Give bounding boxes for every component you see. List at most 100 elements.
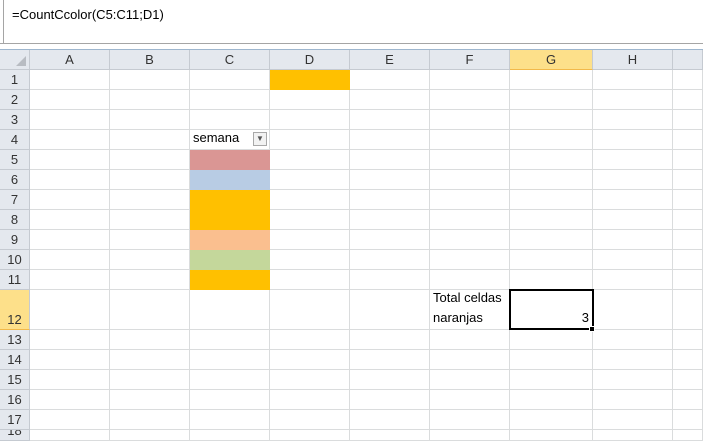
- cell-E9[interactable]: [350, 230, 430, 250]
- row-header-8[interactable]: 8: [0, 210, 30, 230]
- cell-B11[interactable]: [110, 270, 190, 290]
- cell-F9[interactable]: [430, 230, 510, 250]
- cell-G15[interactable]: [510, 370, 593, 390]
- cell-H14[interactable]: [593, 350, 673, 370]
- cell-F8[interactable]: [430, 210, 510, 230]
- cell-F3[interactable]: [430, 110, 510, 130]
- cell-H5[interactable]: [593, 150, 673, 170]
- cell-F5[interactable]: [430, 150, 510, 170]
- cell-next-14[interactable]: [673, 350, 703, 370]
- cell-G14[interactable]: [510, 350, 593, 370]
- cell-F18[interactable]: [430, 430, 510, 441]
- cell-next-4[interactable]: [673, 130, 703, 150]
- formula-bar[interactable]: =CountCcolor(C5:C11;D1): [0, 0, 703, 44]
- row-header-7[interactable]: 7: [0, 190, 30, 210]
- cell-B18[interactable]: [110, 430, 190, 441]
- cell-C12[interactable]: [190, 290, 270, 330]
- cell-F2[interactable]: [430, 90, 510, 110]
- cell-G1[interactable]: [510, 70, 593, 90]
- cell-H4[interactable]: [593, 130, 673, 150]
- cell-G3[interactable]: [510, 110, 593, 130]
- cell-C15[interactable]: [190, 370, 270, 390]
- cell-D10[interactable]: [270, 250, 350, 270]
- cell-H1[interactable]: [593, 70, 673, 90]
- cell-E18[interactable]: [350, 430, 430, 441]
- cell-F4[interactable]: [430, 130, 510, 150]
- cell-G8[interactable]: [510, 210, 593, 230]
- formula-text[interactable]: =CountCcolor(C5:C11;D1): [12, 7, 164, 22]
- cell-C17[interactable]: [190, 410, 270, 430]
- cell-A1[interactable]: [30, 70, 110, 90]
- row-header-6[interactable]: 6: [0, 170, 30, 190]
- cell-next-9[interactable]: [673, 230, 703, 250]
- cell-B16[interactable]: [110, 390, 190, 410]
- cell-E1[interactable]: [350, 70, 430, 90]
- cell-G9[interactable]: [510, 230, 593, 250]
- column-header-B[interactable]: B: [110, 50, 190, 70]
- cell-G17[interactable]: [510, 410, 593, 430]
- cell-next-16[interactable]: [673, 390, 703, 410]
- cell-C5[interactable]: [190, 150, 270, 170]
- cell-D5[interactable]: [270, 150, 350, 170]
- cell-D14[interactable]: [270, 350, 350, 370]
- cell-next-7[interactable]: [673, 190, 703, 210]
- cell-E5[interactable]: [350, 150, 430, 170]
- cell-A8[interactable]: [30, 210, 110, 230]
- cell-next-10[interactable]: [673, 250, 703, 270]
- cell-B9[interactable]: [110, 230, 190, 250]
- cell-C9[interactable]: [190, 230, 270, 250]
- cell-F1[interactable]: [430, 70, 510, 90]
- cell-E3[interactable]: [350, 110, 430, 130]
- column-header-A[interactable]: A: [30, 50, 110, 70]
- cell-H3[interactable]: [593, 110, 673, 130]
- cell-next-5[interactable]: [673, 150, 703, 170]
- cell-F13[interactable]: [430, 330, 510, 350]
- cell-A7[interactable]: [30, 190, 110, 210]
- cell-H7[interactable]: [593, 190, 673, 210]
- cell-next-18[interactable]: [673, 430, 703, 441]
- cell-F6[interactable]: [430, 170, 510, 190]
- cell-H6[interactable]: [593, 170, 673, 190]
- cell-A5[interactable]: [30, 150, 110, 170]
- cell-H9[interactable]: [593, 230, 673, 250]
- cell-E4[interactable]: [350, 130, 430, 150]
- cell-F12[interactable]: Total celdas naranjas: [430, 290, 510, 330]
- cell-G11[interactable]: [510, 270, 593, 290]
- cell-G4[interactable]: [510, 130, 593, 150]
- cell-A12[interactable]: [30, 290, 110, 330]
- cell-B12[interactable]: [110, 290, 190, 330]
- cell-A4[interactable]: [30, 130, 110, 150]
- cell-A18[interactable]: [30, 430, 110, 441]
- cell-D1[interactable]: [270, 70, 350, 90]
- cell-C1[interactable]: [190, 70, 270, 90]
- row-header-10[interactable]: 10: [0, 250, 30, 270]
- cell-B13[interactable]: [110, 330, 190, 350]
- cell-F7[interactable]: [430, 190, 510, 210]
- column-header-next[interactable]: [673, 50, 703, 70]
- cell-D13[interactable]: [270, 330, 350, 350]
- cell-B14[interactable]: [110, 350, 190, 370]
- filter-dropdown-icon[interactable]: ▼: [253, 132, 267, 146]
- cell-next-8[interactable]: [673, 210, 703, 230]
- cell-F15[interactable]: [430, 370, 510, 390]
- cell-E13[interactable]: [350, 330, 430, 350]
- cell-next-15[interactable]: [673, 370, 703, 390]
- cell-E17[interactable]: [350, 410, 430, 430]
- cell-E16[interactable]: [350, 390, 430, 410]
- column-header-D[interactable]: D: [270, 50, 350, 70]
- row-header-3[interactable]: 3: [0, 110, 30, 130]
- cell-B10[interactable]: [110, 250, 190, 270]
- cell-C4[interactable]: semana ▼: [190, 130, 270, 150]
- row-header-2[interactable]: 2: [0, 90, 30, 110]
- cell-G6[interactable]: [510, 170, 593, 190]
- cell-B15[interactable]: [110, 370, 190, 390]
- cell-F16[interactable]: [430, 390, 510, 410]
- row-header-17[interactable]: 17: [0, 410, 30, 430]
- cell-G7[interactable]: [510, 190, 593, 210]
- row-header-11[interactable]: 11: [0, 270, 30, 290]
- row-header-4[interactable]: 4: [0, 130, 30, 150]
- cell-next-1[interactable]: [673, 70, 703, 90]
- column-header-H[interactable]: H: [593, 50, 673, 70]
- cell-A2[interactable]: [30, 90, 110, 110]
- cell-next-3[interactable]: [673, 110, 703, 130]
